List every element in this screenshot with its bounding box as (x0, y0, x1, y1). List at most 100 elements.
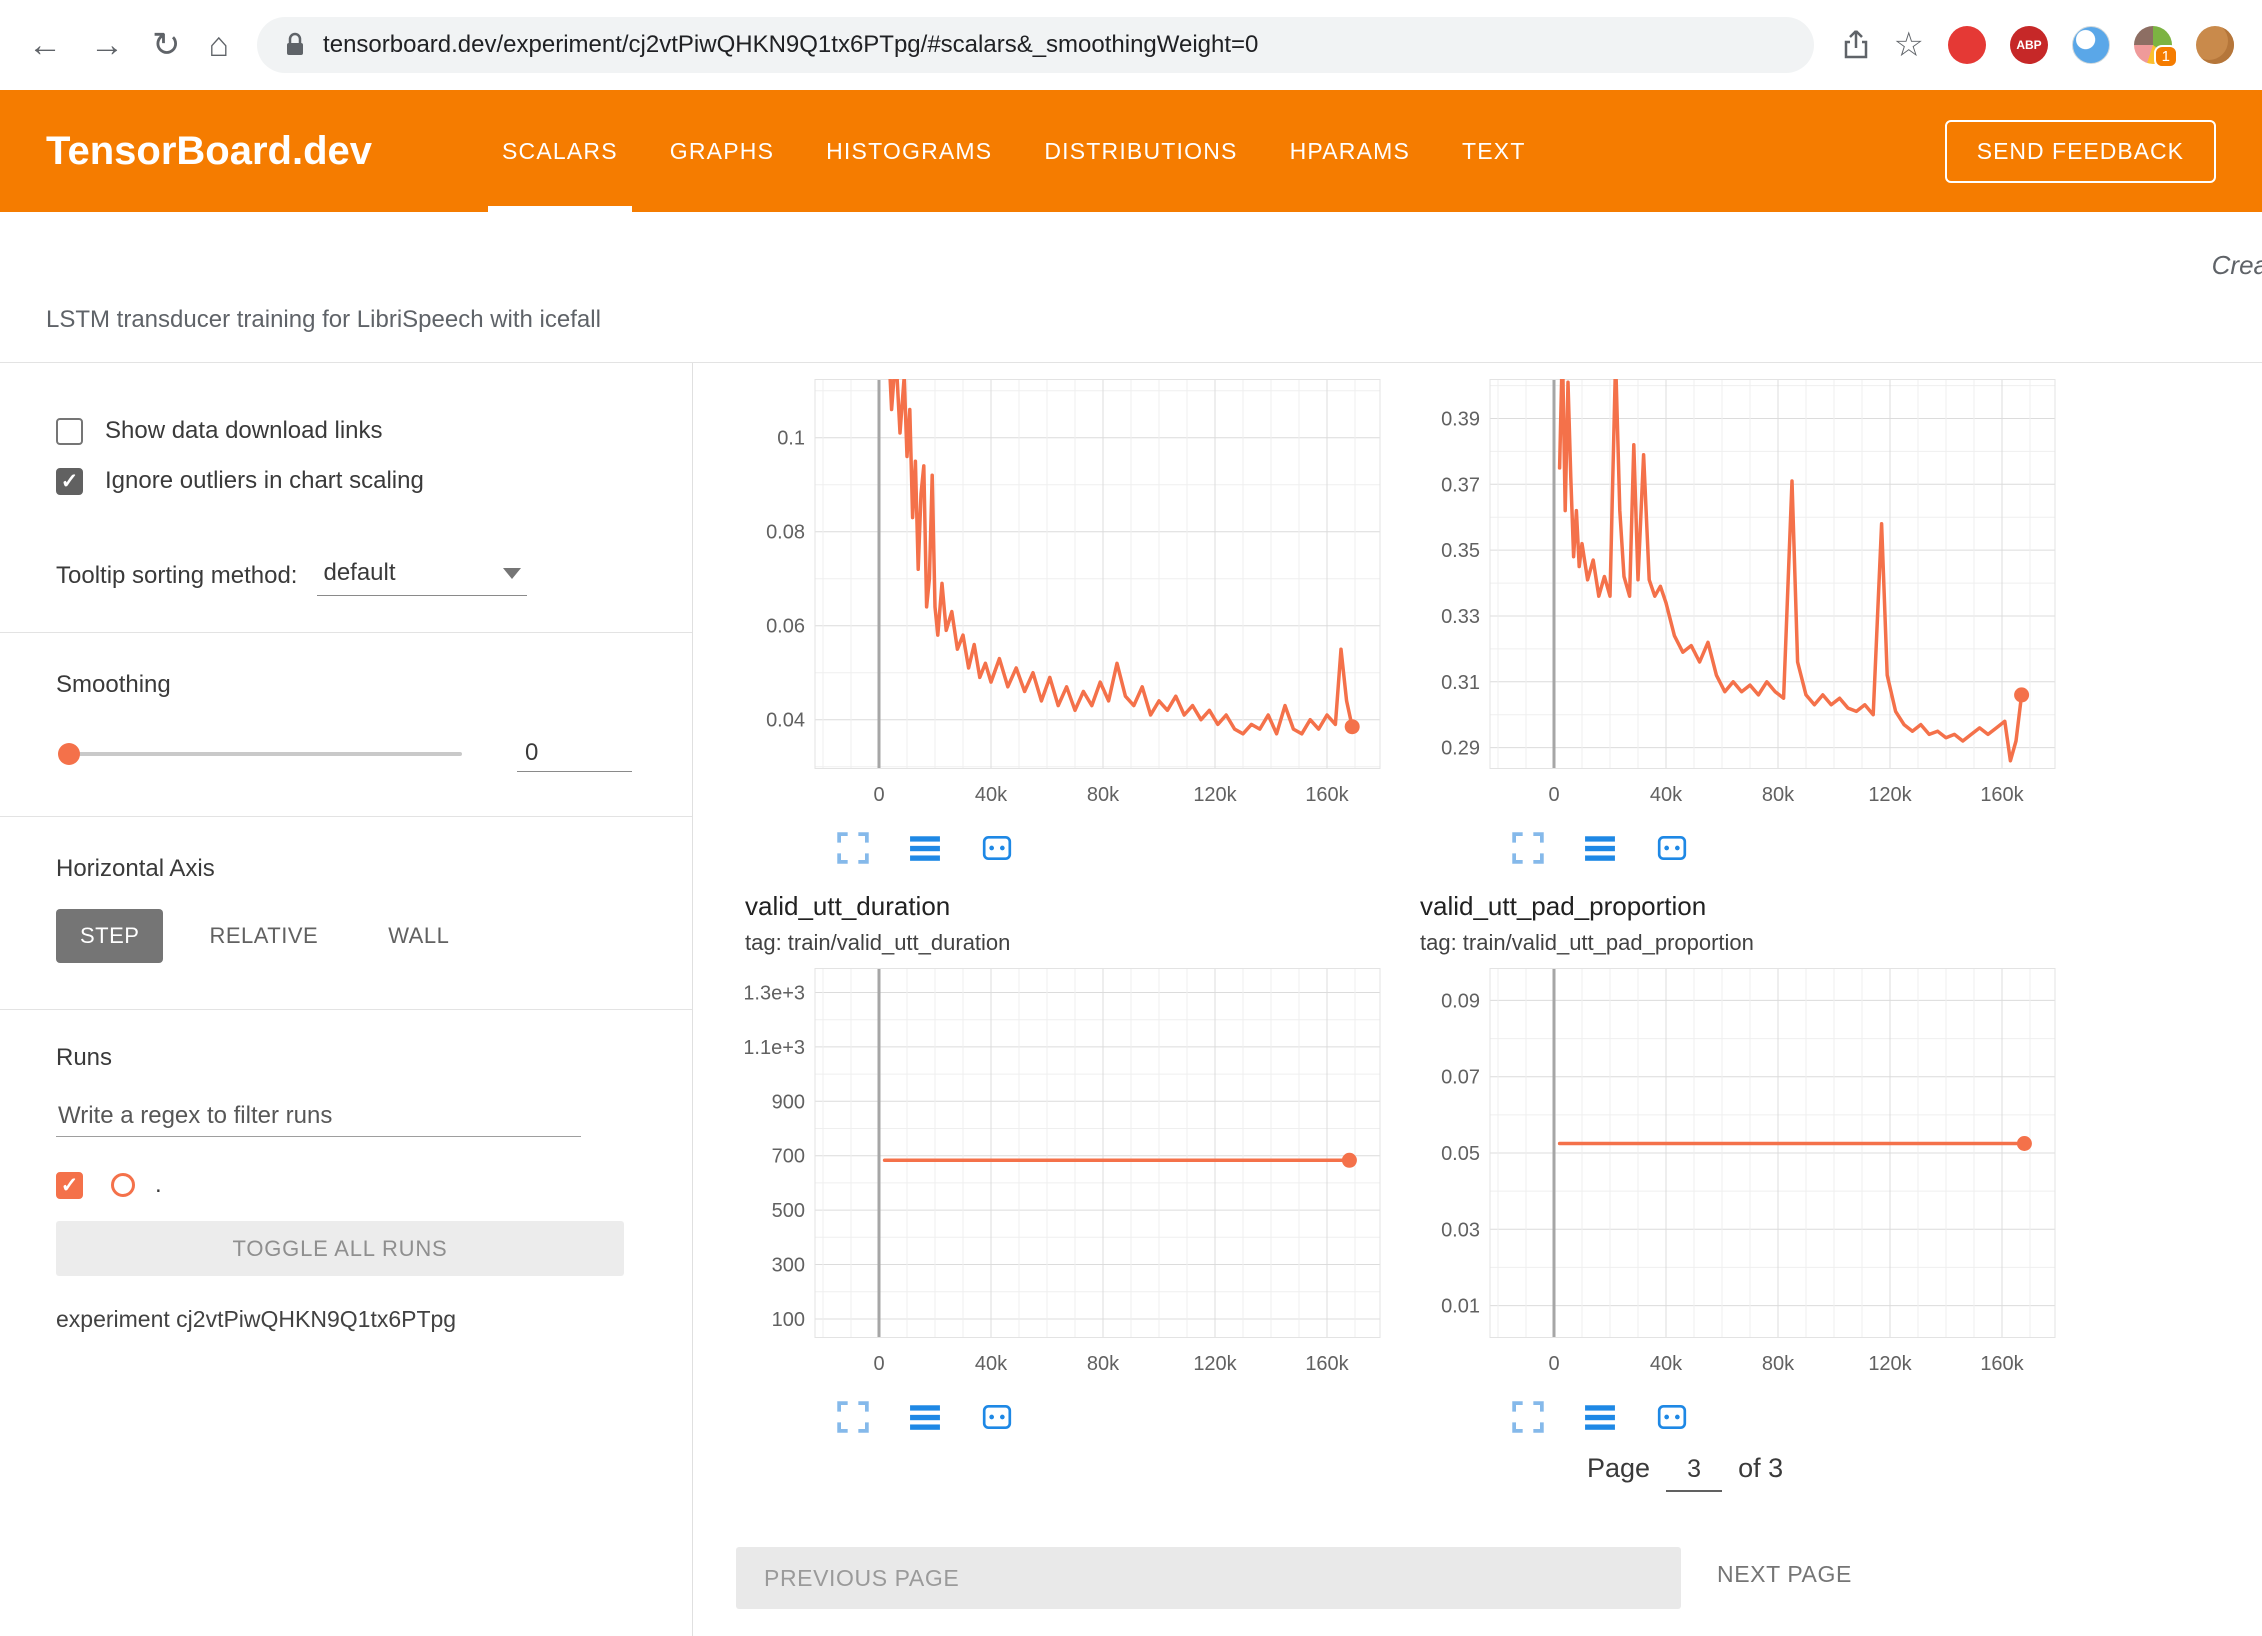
runs-filter-input[interactable] (56, 1096, 581, 1137)
fit-domain-icon[interactable] (1656, 1401, 1688, 1433)
cookie-icon[interactable] (2196, 26, 2234, 64)
avatar-badge: 1 (2154, 45, 2178, 68)
show-download-label: Show data download links (105, 417, 383, 445)
svg-text:1.3e+3: 1.3e+3 (745, 983, 805, 1005)
share-icon[interactable] (1842, 29, 1870, 61)
fit-domain-icon[interactable] (981, 832, 1013, 864)
runs-selector-icon[interactable] (909, 832, 941, 864)
next-page-button[interactable]: NEXT PAGE (1717, 1561, 1852, 1588)
settings-sidebar: Show data download links Ignore outliers… (0, 363, 693, 1636)
show-download-row: Show data download links (0, 417, 692, 445)
page-label: Page (1587, 1453, 1650, 1484)
expand-chart-icon[interactable] (1512, 832, 1544, 864)
line-chart[interactable]: 0.390.370.350.330.310.29040k80k120k160k (1420, 379, 2060, 816)
tab-scalars[interactable]: SCALARS (502, 90, 618, 212)
app-logo: TensorBoard.dev (46, 129, 372, 174)
line-chart[interactable]: 0.10.080.060.04040k80k120k160k (745, 379, 1385, 816)
fit-domain-icon[interactable] (1656, 832, 1688, 864)
tooltip-sort-dropdown[interactable]: default (317, 555, 527, 596)
expand-chart-icon[interactable] (1512, 1401, 1544, 1433)
tab-distributions[interactable]: DISTRIBUTIONS (1044, 90, 1237, 212)
back-icon[interactable]: ← (28, 28, 62, 62)
svg-text:160k: 160k (1980, 1353, 2024, 1375)
chart-toolbar (837, 832, 1385, 864)
axis-wall-button[interactable]: WALL (364, 909, 473, 963)
runs-selector-icon[interactable] (909, 1401, 941, 1433)
runs-selector-icon[interactable] (1584, 832, 1616, 864)
tab-text[interactable]: TEXT (1462, 90, 1526, 212)
extension-abp-icon[interactable]: ABP (2010, 26, 2048, 64)
svg-text:300: 300 (772, 1255, 805, 1277)
svg-text:0.09: 0.09 (1441, 990, 1480, 1012)
browser-toolbar: ← → ↻ ⌂ tensorboard.dev/experiment/cj2vt… (0, 0, 2262, 90)
address-bar[interactable]: tensorboard.dev/experiment/cj2vtPiwQHKN9… (257, 17, 1813, 73)
bookmark-star-icon[interactable]: ☆ (1894, 28, 1924, 62)
chart-tag: tag: train/valid_utt_duration (745, 930, 1385, 956)
tab-histograms[interactable]: HISTOGRAMS (826, 90, 992, 212)
svg-text:80k: 80k (1087, 1353, 1120, 1375)
runs-selector-icon[interactable] (1584, 1401, 1616, 1433)
experiment-name: experiment cj2vtPiwQHKN9Q1tx6PTpg (0, 1306, 692, 1333)
svg-text:80k: 80k (1762, 1353, 1795, 1375)
lock-icon (285, 32, 305, 58)
svg-text:0.03: 0.03 (1441, 1219, 1480, 1241)
svg-text:0.01: 0.01 (1441, 1296, 1480, 1318)
chart-tag: tag: train/valid_utt_pad_proportion (1420, 930, 2060, 956)
axis-relative-button[interactable]: RELATIVE (185, 909, 342, 963)
svg-text:0.08: 0.08 (766, 522, 805, 544)
charts-area: 0.10.080.060.04040k80k120k160k 0.390.370… (693, 363, 2262, 1636)
line-chart[interactable]: 0.090.070.050.030.01040k80k120k160k (1420, 968, 2060, 1385)
chart-title: valid_utt_pad_proportion (1420, 891, 2060, 922)
smoothing-value-input[interactable] (517, 735, 632, 772)
reload-icon[interactable]: ↻ (152, 28, 181, 62)
browser-window: ← → ↻ ⌂ tensorboard.dev/experiment/cj2vt… (0, 0, 2262, 1636)
tab-hparams[interactable]: HPARAMS (1290, 90, 1410, 212)
previous-page-button[interactable]: PREVIOUS PAGE (736, 1547, 1681, 1609)
runs-filter-row (0, 1096, 692, 1137)
home-icon[interactable]: ⌂ (209, 28, 230, 62)
smoothing-slider-thumb[interactable] (58, 743, 80, 765)
extension-adblock-icon[interactable] (1948, 26, 1986, 64)
svg-text:0.05: 0.05 (1441, 1143, 1480, 1165)
ignore-outliers-label: Ignore outliers in chart scaling (105, 467, 424, 495)
svg-text:120k: 120k (1868, 784, 1912, 806)
chart-toolbar (1512, 1401, 2060, 1433)
svg-text:0.35: 0.35 (1441, 540, 1480, 562)
tab-graphs[interactable]: GRAPHS (670, 90, 774, 212)
svg-text:160k: 160k (1305, 1353, 1349, 1375)
expand-chart-icon[interactable] (837, 1401, 869, 1433)
svg-text:40k: 40k (975, 784, 1008, 806)
svg-text:0: 0 (873, 784, 884, 806)
expand-chart-icon[interactable] (837, 832, 869, 864)
forward-icon[interactable]: → (90, 28, 124, 62)
svg-text:160k: 160k (1305, 784, 1349, 806)
ignore-outliers-checkbox[interactable] (56, 468, 83, 495)
svg-text:120k: 120k (1193, 1353, 1237, 1375)
horizontal-axis-buttons: STEP RELATIVE WALL (0, 909, 692, 963)
divider (0, 632, 692, 633)
fit-domain-icon[interactable] (981, 1401, 1013, 1433)
svg-text:80k: 80k (1087, 784, 1120, 806)
svg-text:0: 0 (873, 1353, 884, 1375)
svg-text:0: 0 (1548, 1353, 1559, 1375)
profile-avatar-icon[interactable]: 1 (2134, 26, 2172, 64)
page-number-input[interactable] (1666, 1453, 1722, 1492)
svg-text:40k: 40k (1650, 784, 1683, 806)
line-chart[interactable]: 1.3e+31.1e+3900700500300100040k80k120k16… (745, 968, 1385, 1385)
subheader: Crea LSTM transducer training for LibriS… (0, 212, 2262, 363)
axis-step-button[interactable]: STEP (56, 909, 163, 963)
browser-actions: ☆ ABP 1 (1842, 26, 2234, 64)
run-checkbox[interactable] (56, 1172, 83, 1199)
svg-text:0.31: 0.31 (1441, 672, 1480, 694)
svg-text:0.06: 0.06 (766, 616, 805, 638)
smoothing-label: Smoothing (0, 671, 692, 699)
smoothing-slider[interactable] (62, 752, 462, 756)
toggle-all-runs-button[interactable]: TOGGLE ALL RUNS (56, 1221, 624, 1276)
send-feedback-button[interactable]: SEND FEEDBACK (1945, 120, 2216, 183)
smoothing-row (0, 735, 692, 772)
ignore-outliers-row: Ignore outliers in chart scaling (0, 467, 692, 495)
run-color-swatch[interactable] (111, 1173, 135, 1197)
show-download-checkbox[interactable] (56, 418, 83, 445)
chart-toolbar (1512, 832, 2060, 864)
extension-generic-icon[interactable] (2072, 26, 2110, 64)
